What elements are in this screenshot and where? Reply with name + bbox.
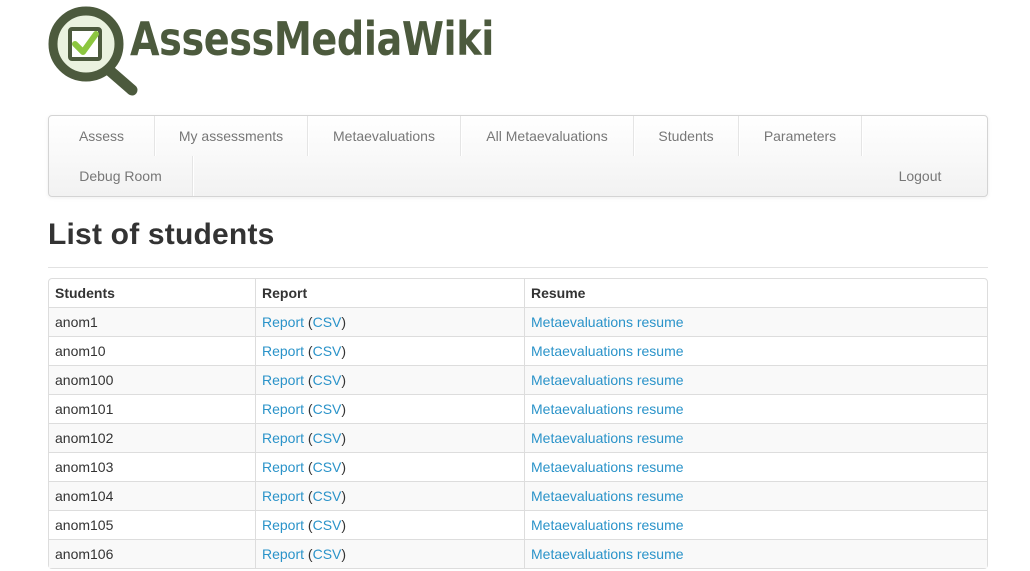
report-cell: Report (CSV) — [255, 452, 524, 481]
report-link[interactable]: Report — [262, 517, 304, 533]
nav-metaevaluations[interactable]: Metaevaluations — [308, 116, 461, 156]
csv-link[interactable]: CSV — [313, 401, 342, 417]
table-header-row: Students Report Resume — [49, 279, 987, 307]
site-logo[interactable]: AssessMediaWiki — [46, 6, 494, 98]
csv-link[interactable]: CSV — [313, 517, 342, 533]
report-cell: Report (CSV) — [255, 394, 524, 423]
table-row: anom102 Report (CSV) Metaevaluations res… — [49, 423, 987, 452]
paren-close: ) — [341, 372, 347, 388]
student-name: anom104 — [49, 481, 255, 510]
report-cell: Report (CSV) — [255, 481, 524, 510]
paren-close: ) — [341, 314, 347, 330]
csv-link[interactable]: CSV — [313, 372, 342, 388]
resume-cell: Metaevaluations resume — [524, 510, 987, 539]
metaevaluations-resume-link[interactable]: Metaevaluations resume — [531, 459, 684, 475]
csv-link[interactable]: CSV — [313, 343, 342, 359]
metaevaluations-resume-link[interactable]: Metaevaluations resume — [531, 488, 684, 504]
nav-my-assessments[interactable]: My assessments — [155, 116, 308, 156]
nav-all-metaevaluations[interactable]: All Metaevaluations — [461, 116, 634, 156]
students-table: Students Report Resume anom1 Report (CSV… — [48, 278, 988, 569]
metaevaluations-resume-link[interactable]: Metaevaluations resume — [531, 343, 684, 359]
report-link[interactable]: Report — [262, 546, 304, 562]
student-name: anom101 — [49, 394, 255, 423]
csv-link[interactable]: CSV — [313, 314, 342, 330]
column-header-report: Report — [255, 279, 524, 307]
metaevaluations-resume-link[interactable]: Metaevaluations resume — [531, 314, 684, 330]
paren-close: ) — [341, 488, 347, 504]
report-link[interactable]: Report — [262, 488, 304, 504]
page-title: List of students — [48, 218, 275, 251]
paren-close: ) — [341, 430, 347, 446]
resume-cell: Metaevaluations resume — [524, 539, 987, 568]
report-link[interactable]: Report — [262, 343, 304, 359]
paren-close: ) — [341, 459, 347, 475]
metaevaluations-resume-link[interactable]: Metaevaluations resume — [531, 517, 684, 533]
csv-link[interactable]: CSV — [313, 459, 342, 475]
report-cell: Report (CSV) — [255, 307, 524, 336]
metaevaluations-resume-link[interactable]: Metaevaluations resume — [531, 546, 684, 562]
student-name: anom1 — [49, 307, 255, 336]
resume-cell: Metaevaluations resume — [524, 307, 987, 336]
nav-debug-room[interactable]: Debug Room — [49, 156, 193, 196]
report-cell: Report (CSV) — [255, 510, 524, 539]
student-name: anom103 — [49, 452, 255, 481]
report-link[interactable]: Report — [262, 401, 304, 417]
nav-parameters[interactable]: Parameters — [739, 116, 862, 156]
column-header-students: Students — [55, 285, 115, 301]
resume-cell: Metaevaluations resume — [524, 336, 987, 365]
student-name: anom106 — [49, 539, 255, 568]
nav-students[interactable]: Students — [634, 116, 739, 156]
csv-link[interactable]: CSV — [313, 430, 342, 446]
paren-close: ) — [341, 517, 347, 533]
metaevaluations-resume-link[interactable]: Metaevaluations resume — [531, 430, 684, 446]
logout-link[interactable]: Logout — [875, 156, 965, 196]
title-divider — [48, 267, 988, 268]
report-cell: Report (CSV) — [255, 423, 524, 452]
report-link[interactable]: Report — [262, 459, 304, 475]
resume-cell: Metaevaluations resume — [524, 481, 987, 510]
report-cell: Report (CSV) — [255, 365, 524, 394]
table-row: anom105 Report (CSV) Metaevaluations res… — [49, 510, 987, 539]
table-row: anom106 Report (CSV) Metaevaluations res… — [49, 539, 987, 568]
paren-close: ) — [341, 546, 347, 562]
report-cell: Report (CSV) — [255, 336, 524, 365]
logo-text: AssessMediaWiki — [130, 12, 494, 66]
report-link[interactable]: Report — [262, 314, 304, 330]
student-name: anom10 — [49, 336, 255, 365]
student-name: anom102 — [49, 423, 255, 452]
metaevaluations-resume-link[interactable]: Metaevaluations resume — [531, 401, 684, 417]
csv-link[interactable]: CSV — [313, 488, 342, 504]
table-row: anom101 Report (CSV) Metaevaluations res… — [49, 394, 987, 423]
metaevaluations-resume-link[interactable]: Metaevaluations resume — [531, 372, 684, 388]
csv-link[interactable]: CSV — [313, 546, 342, 562]
table-row: anom10 Report (CSV) Metaevaluations resu… — [49, 336, 987, 365]
report-cell: Report (CSV) — [255, 539, 524, 568]
magnifier-checkbox-icon — [48, 6, 138, 96]
paren-close: ) — [341, 343, 347, 359]
resume-cell: Metaevaluations resume — [524, 423, 987, 452]
report-link[interactable]: Report — [262, 430, 304, 446]
paren-close: ) — [341, 401, 347, 417]
report-link[interactable]: Report — [262, 372, 304, 388]
resume-cell: Metaevaluations resume — [524, 365, 987, 394]
column-header-resume: Resume — [524, 279, 987, 307]
resume-cell: Metaevaluations resume — [524, 394, 987, 423]
student-name: anom105 — [49, 510, 255, 539]
student-name: anom100 — [49, 365, 255, 394]
main-navbar: Assess My assessments Metaevaluations Al… — [48, 115, 988, 197]
table-row: anom104 Report (CSV) Metaevaluations res… — [49, 481, 987, 510]
resume-cell: Metaevaluations resume — [524, 452, 987, 481]
table-row: anom1 Report (CSV) Metaevaluations resum… — [49, 307, 987, 336]
table-row: anom100 Report (CSV) Metaevaluations res… — [49, 365, 987, 394]
table-row: anom103 Report (CSV) Metaevaluations res… — [49, 452, 987, 481]
nav-assess[interactable]: Assess — [49, 116, 155, 156]
